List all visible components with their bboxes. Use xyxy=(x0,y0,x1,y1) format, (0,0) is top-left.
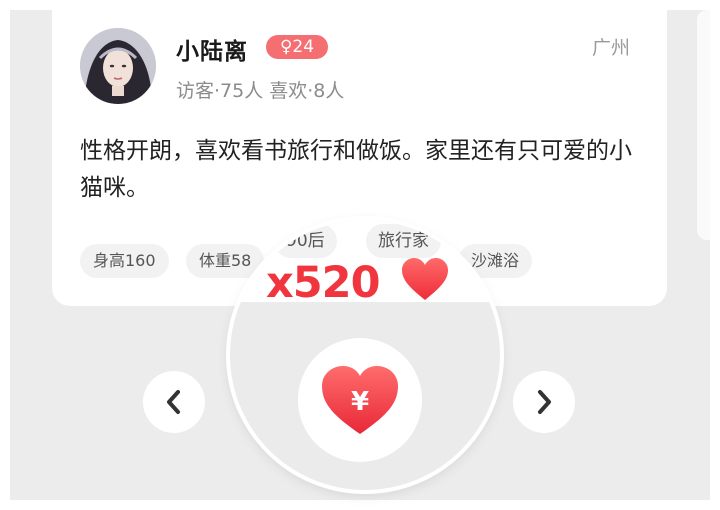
profile-name: 小陆离 xyxy=(176,39,248,65)
gift-magnifier: 90后 旅行家 x520 ¥ xyxy=(230,220,500,490)
city-label: 广州 xyxy=(592,37,631,59)
next-card-edge xyxy=(697,10,710,240)
gift-count: x520 xyxy=(266,258,380,308)
chevron-right-icon xyxy=(538,390,551,414)
tag-generation: 90后 xyxy=(274,224,337,258)
next-button[interactable] xyxy=(513,371,575,433)
tag-traveler: 旅行家 xyxy=(366,224,441,258)
send-gift-button[interactable]: ¥ xyxy=(298,338,422,462)
profile-bio: 性格开朗，喜欢看书旅行和做饭。家里还有只可爱的小猫咪。 xyxy=(80,138,632,201)
heart-icon xyxy=(402,258,448,300)
avatar[interactable] xyxy=(80,28,156,104)
heart-yuan-icon: ¥ xyxy=(322,366,398,434)
chevron-left-icon xyxy=(167,390,180,414)
tag-height: 身高160 xyxy=(80,244,169,278)
visitor-like-stats: 访客·75人 喜欢·8人 xyxy=(176,80,345,102)
prev-button[interactable] xyxy=(143,371,205,433)
gender-age-badge: ♀24 xyxy=(266,35,328,59)
yuan-symbol: ¥ xyxy=(351,387,369,417)
